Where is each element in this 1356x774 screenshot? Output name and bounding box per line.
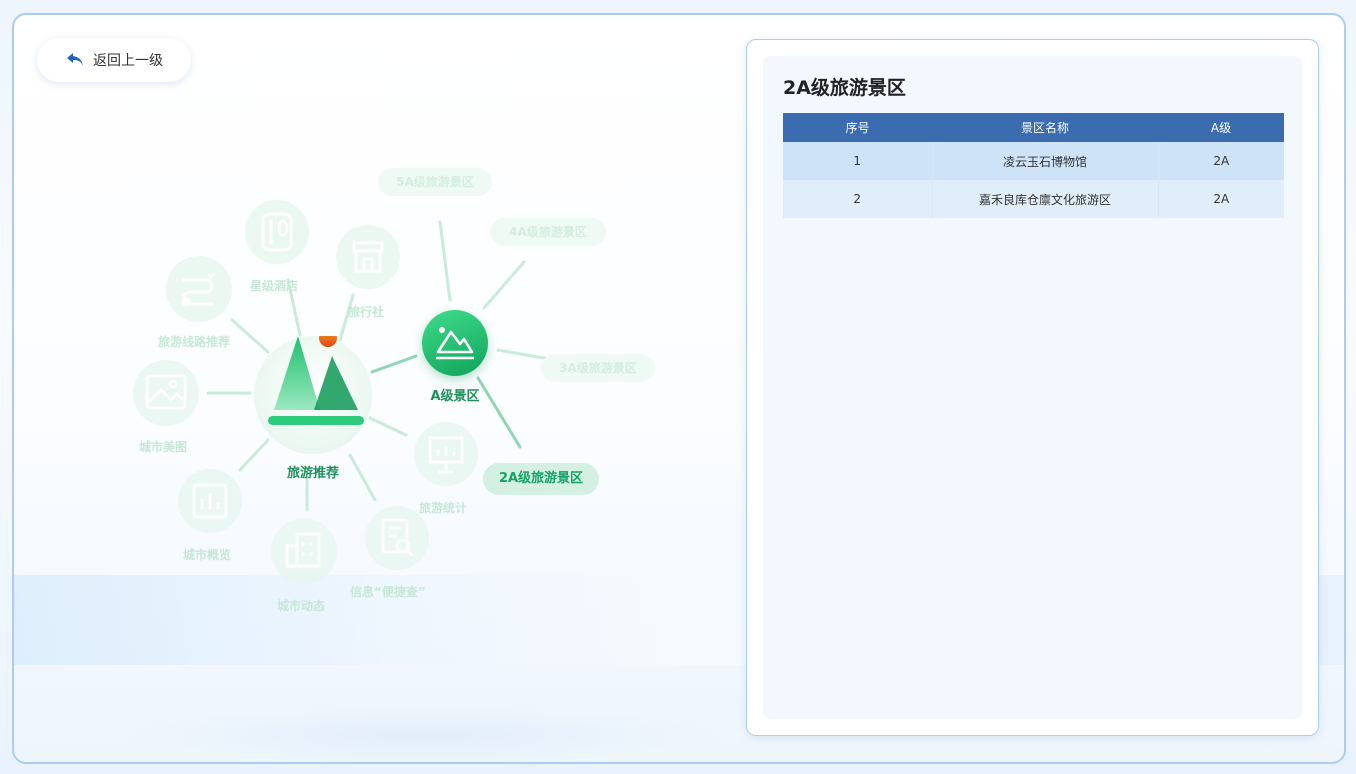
scenic-table: 序号 景区名称 A级 1 凌云玉石博物馆 2A 2 嘉禾良库仓廪文化旅游区 2A — [783, 113, 1284, 218]
col-header-index: 序号 — [783, 113, 932, 142]
landscape-icon — [436, 327, 474, 360]
a-level-node[interactable] — [422, 310, 488, 376]
cell-level: 2A — [1158, 180, 1284, 218]
center-node[interactable] — [254, 329, 372, 454]
route-icon[interactable] — [166, 256, 232, 322]
node-label-route: 旅游线路推荐 — [158, 335, 231, 349]
node-label-tourism-stats: 旅游统计 — [419, 501, 468, 515]
child-5a[interactable]: 5A级旅游景区 — [378, 168, 492, 196]
mountain-icon — [268, 329, 364, 425]
node-label-city-photos: 城市美图 — [139, 440, 188, 454]
detail-panel-inner: 2A级旅游景区 序号 景区名称 A级 1 凌云玉石博物馆 2A 2 嘉禾良库仓廪… — [763, 56, 1302, 719]
building-icon[interactable] — [271, 518, 337, 584]
mindmap: 星级酒店 旅行社 旅游线路推荐 城市美图 城市概览 城市动态 信息“便捷查” 旅… — [0, 0, 740, 774]
cell-name: 凌云玉石博物馆 — [932, 142, 1159, 180]
col-header-level: A级 — [1158, 113, 1284, 142]
col-header-name: 景区名称 — [932, 113, 1158, 142]
node-label-city-news: 城市动态 — [277, 599, 326, 613]
storefront-icon[interactable] — [336, 225, 400, 289]
node-label-city-overview: 城市概览 — [183, 548, 232, 562]
presentation-icon[interactable] — [414, 422, 478, 486]
node-label-hotel: 星级酒店 — [250, 279, 299, 293]
a-level-label: A级景区 — [430, 389, 480, 404]
child-4a[interactable]: 4A级旅游景区 — [490, 218, 606, 246]
node-label-info-search: 信息“便捷查” — [350, 585, 426, 599]
child-3a[interactable]: 3A级旅游景区 — [541, 354, 655, 382]
cell-level: 2A — [1158, 142, 1284, 180]
photo-icon[interactable] — [133, 360, 199, 426]
cell-index: 2 — [783, 180, 933, 218]
cell-index: 1 — [783, 142, 933, 180]
table-header-row: 序号 景区名称 A级 — [783, 113, 1284, 142]
table-row[interactable]: 1 凌云玉石博物馆 2A — [783, 142, 1284, 180]
detail-panel: 2A级旅游景区 序号 景区名称 A级 1 凌云玉石博物馆 2A 2 嘉禾良库仓廪… — [746, 39, 1319, 736]
chart-icon[interactable] — [178, 469, 242, 533]
panel-title: 2A级旅游景区 — [783, 77, 906, 99]
node-label-travel-agency: 旅行社 — [348, 305, 385, 319]
table-row[interactable]: 2 嘉禾良库仓廪文化旅游区 2A — [783, 180, 1284, 218]
child-2a-selected[interactable]: 2A级旅游景区 — [483, 463, 599, 495]
dining-icon[interactable] — [245, 200, 309, 264]
cell-name: 嘉禾良库仓廪文化旅游区 — [932, 180, 1159, 218]
center-node-label: 旅游推荐 — [286, 466, 339, 481]
